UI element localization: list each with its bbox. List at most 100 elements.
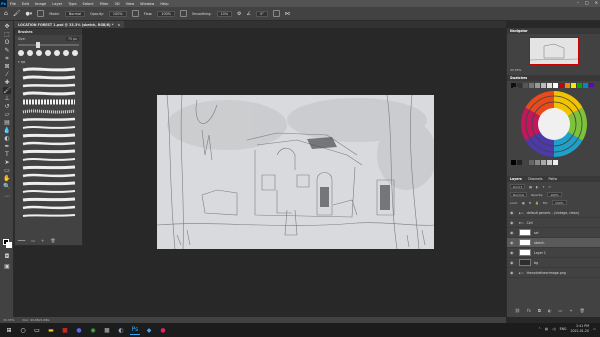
layer-style-icon[interactable]: fx	[527, 308, 531, 313]
brush-stroke-preview[interactable]	[21, 205, 77, 210]
brush-stroke-preview[interactable]	[21, 149, 77, 154]
angle-icon[interactable]: ∠	[247, 11, 251, 17]
brush-stroke-preview[interactable]	[21, 181, 77, 186]
layer-row[interactable]: ◉ sel	[507, 228, 600, 238]
zoom-tool-icon[interactable]: 🔍	[3, 183, 11, 190]
filter-type-icon[interactable]: T	[543, 185, 545, 189]
brush-size-slider[interactable]	[18, 42, 79, 48]
menu-window[interactable]: Window	[140, 2, 154, 6]
close-icon[interactable]: ✕	[595, 0, 598, 5]
type-tool-icon[interactable]: T	[3, 151, 11, 158]
gradient-tool-icon[interactable]: ▤	[3, 119, 11, 126]
more-tools-icon[interactable]: ⋯	[3, 193, 11, 200]
lock-position-icon[interactable]: ✥	[529, 201, 532, 205]
close-tab-icon[interactable]: ×	[117, 23, 120, 27]
brush-tip[interactable]	[27, 50, 33, 56]
new-folder-icon[interactable]: ▭	[31, 238, 35, 243]
eyedropper-tool-icon[interactable]: ⁄	[3, 71, 11, 78]
brush-stroke-preview[interactable]	[21, 83, 77, 88]
layer-row-selected[interactable]: ◉ sketch	[507, 238, 600, 248]
pressure-size-icon[interactable]	[272, 10, 280, 17]
brush-stroke-preview[interactable]	[21, 157, 77, 162]
app-icon-dark[interactable]: ■	[102, 325, 112, 335]
adjustment-layer-icon[interactable]: ◐	[548, 308, 552, 313]
menu-filter[interactable]: Filter	[100, 2, 109, 6]
brush-stroke-preview[interactable]	[21, 117, 77, 122]
chrome-icon[interactable]: ◉	[88, 325, 98, 335]
lasso-tool-icon[interactable]: ʘ	[3, 39, 11, 46]
visibility-eye-icon[interactable]: ◉	[510, 220, 516, 225]
menu-image[interactable]: Image	[35, 2, 46, 6]
task-view-icon[interactable]: ▭	[32, 325, 42, 335]
crop-tool-icon[interactable]: ⌗	[3, 55, 11, 62]
artwork-canvas[interactable]	[157, 95, 434, 249]
swatches-tab[interactable]: Swatches	[510, 76, 527, 80]
layer-kind-filter[interactable]: Kind ▾	[510, 184, 526, 189]
swatch[interactable]	[511, 160, 516, 165]
marquee-tool-icon[interactable]: ⬚	[3, 31, 11, 38]
brush-tip[interactable]	[45, 50, 51, 56]
smoothing-settings-icon[interactable]: ⚙	[237, 11, 241, 17]
swatch[interactable]	[523, 160, 528, 165]
menu-3d[interactable]: 3D	[115, 2, 120, 6]
brush-stroke-preview[interactable]	[21, 197, 77, 202]
swatch[interactable]	[553, 160, 558, 165]
swatch[interactable]	[517, 160, 522, 165]
swatch[interactable]	[529, 160, 534, 165]
brush-tip[interactable]	[18, 50, 24, 56]
brush-tool-icon[interactable]: 🖌	[3, 87, 11, 94]
layer-row[interactable]: ◉ ▸▭ default generic - (vintage, clean)	[507, 208, 600, 218]
swatch[interactable]	[547, 160, 552, 165]
navigator-thumbnail[interactable]	[529, 37, 579, 65]
menu-type[interactable]: Type	[68, 2, 76, 6]
visibility-eye-icon[interactable]: ◉	[510, 210, 516, 215]
brush-stroke-preview[interactable]	[21, 67, 77, 72]
flow-field[interactable]: 100%	[157, 10, 176, 17]
tray-expand-icon[interactable]: ^	[538, 327, 541, 331]
pressure-opacity-icon[interactable]	[131, 10, 139, 17]
search-icon[interactable]: ○	[18, 325, 28, 335]
screen-mode-icon[interactable]: ▣	[3, 263, 11, 270]
brush-stroke-preview[interactable]	[21, 133, 77, 138]
document-tab[interactable]: LOCATION FOREST 1.psd @ 33.3% (sketch, R…	[14, 21, 125, 28]
home-icon[interactable]: ⌂	[4, 10, 8, 17]
brush-stroke-preview[interactable]	[21, 109, 77, 114]
filter-adjust-icon[interactable]: ◐	[536, 185, 539, 189]
steam-icon[interactable]: ◐	[116, 325, 126, 335]
language-indicator[interactable]: ENG	[560, 327, 567, 331]
brush-tip[interactable]	[54, 50, 60, 56]
app-icon-red[interactable]: ■	[60, 325, 70, 335]
lock-pixels-icon[interactable]: ▦	[522, 201, 525, 205]
channels-tab[interactable]: Channels	[528, 177, 543, 181]
menu-view[interactable]: View	[126, 2, 135, 6]
swatch[interactable]	[541, 160, 546, 165]
visibility-eye-icon[interactable]: ◉	[510, 240, 516, 245]
navigator-zoom[interactable]: 33.33%	[510, 68, 521, 72]
layer-row[interactable]: ◉ Layer 1	[507, 248, 600, 258]
layer-opacity-field[interactable]: 100%	[547, 192, 562, 197]
brush-tool-icon[interactable]: 🖌	[13, 10, 21, 17]
color-wheel-swatches[interactable]	[513, 87, 595, 161]
background-color-swatch[interactable]	[6, 242, 12, 248]
quick-mask-icon[interactable]: ◘	[3, 253, 11, 260]
volume-icon[interactable]: ◁)	[552, 327, 556, 331]
brush-tip[interactable]	[72, 50, 78, 56]
brush-stroke-preview[interactable]	[21, 165, 77, 170]
menu-layer[interactable]: Layer	[52, 2, 62, 6]
fill-field[interactable]: 100%	[552, 200, 567, 205]
pen-tool-icon[interactable]: ✒	[3, 143, 11, 150]
brush-size-value[interactable]: 75 px	[66, 37, 79, 41]
delete-brush-icon[interactable]: 🗑	[50, 238, 55, 243]
menu-file[interactable]: File	[10, 2, 16, 6]
layer-row[interactable]: ◉ ▸▭ thevoicetheorimage.png	[507, 268, 600, 278]
swatch[interactable]	[535, 160, 540, 165]
move-tool-icon[interactable]: ✥	[3, 23, 11, 30]
brush-stroke-preview[interactable]	[21, 189, 77, 194]
brush-tip[interactable]	[36, 50, 42, 56]
brush-stroke-preview[interactable]	[21, 141, 77, 146]
frame-tool-icon[interactable]: ⊠	[3, 63, 11, 70]
hand-tool-icon[interactable]: ✋	[3, 175, 11, 182]
brush-stroke-preview[interactable]	[21, 75, 77, 80]
windows-start-icon[interactable]: ⊞	[4, 325, 14, 335]
dodge-tool-icon[interactable]: ◐	[3, 135, 11, 142]
